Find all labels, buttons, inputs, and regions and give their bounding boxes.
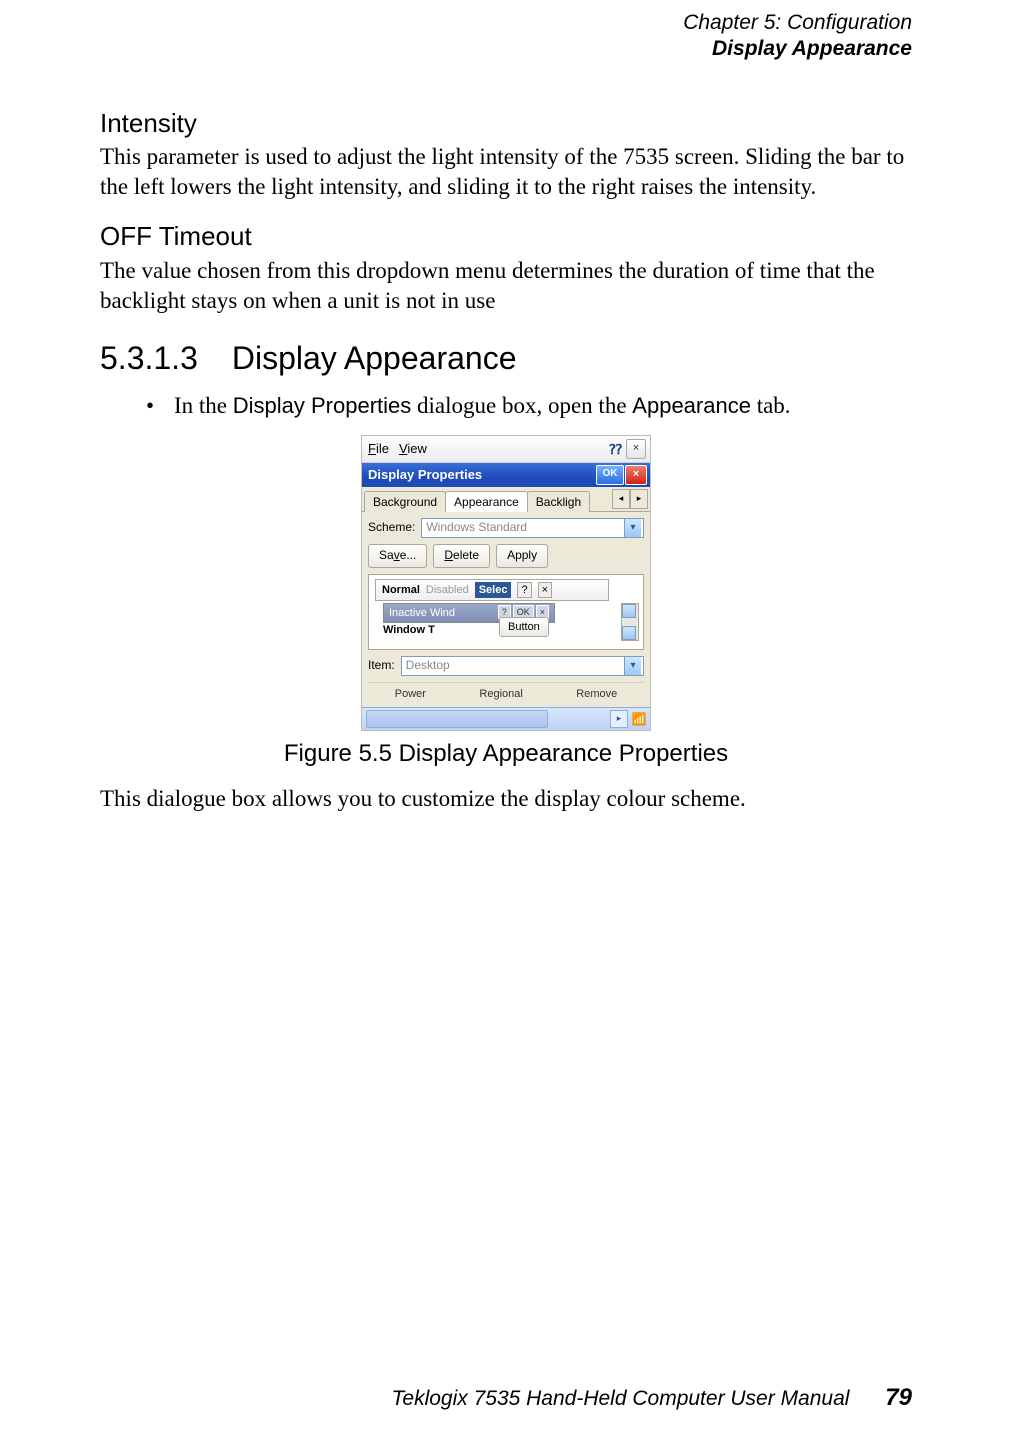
regional-icon-label[interactable]: Regional — [479, 687, 522, 701]
preview-close-icon: × — [538, 582, 552, 598]
bullet-open-appearance: •In the Display Properties dialogue box,… — [146, 391, 912, 421]
section-number: 5.3.1.3 — [100, 338, 198, 380]
scheme-preview: Normal Disabled Selec ? × Inactive Wind … — [368, 574, 644, 650]
save-button[interactable]: Save... — [368, 544, 427, 568]
item-label: Item: — [368, 658, 395, 674]
item-dropdown[interactable]: Desktop — [401, 656, 644, 676]
figure-caption: Figure 5.5 Display Appearance Properties — [100, 738, 912, 769]
scheme-label: Scheme: — [368, 520, 415, 536]
preview-button: Button — [499, 617, 549, 637]
menu-file[interactable]: File — [368, 441, 389, 458]
taskbar-active-task[interactable] — [366, 710, 548, 728]
page-header: Chapter 5: Configuration Display Appeara… — [100, 10, 912, 63]
intensity-heading: Intensity — [100, 107, 912, 141]
window-close-icon[interactable]: × — [626, 439, 646, 459]
control-panel-icons: Power Regional Remove — [368, 682, 644, 701]
preview-help-icon: ? — [517, 582, 531, 598]
power-icon-label[interactable]: Power — [395, 687, 426, 701]
intensity-text: This parameter is used to adjust the lig… — [100, 142, 912, 202]
dialog-title: Display Properties — [368, 467, 482, 484]
preview-window-text: Window T — [383, 623, 435, 637]
appearance-ref: Appearance — [632, 393, 751, 418]
menu-view[interactable]: View — [399, 441, 427, 458]
delete-button[interactable]: Delete — [433, 544, 490, 568]
display-properties-ref: Display Properties — [233, 393, 412, 418]
off-timeout-text: The value chosen from this dropdown menu… — [100, 256, 912, 316]
off-timeout-heading: OFF Timeout — [100, 220, 912, 254]
closing-paragraph: This dialogue box allows you to customiz… — [100, 784, 912, 814]
figure-5-5: File View ⁇ × Display Properties OK × Ba… — [100, 435, 912, 736]
dialog-tabs: Background Appearance Backligh ◂ ▸ — [362, 487, 650, 512]
footer-manual-title: Teklogix 7535 Hand-Held Computer User Ma… — [391, 1387, 849, 1410]
dialog-close-button[interactable]: × — [625, 465, 647, 485]
tab-backlight[interactable]: Backligh — [527, 491, 590, 513]
bullet-dot: • — [146, 391, 174, 421]
dialog-titlebar: Display Properties OK × — [362, 463, 650, 487]
tab-background[interactable]: Background — [364, 491, 446, 513]
preview-scrollbar — [621, 603, 639, 641]
section-5313-heading: 5.3.1.3 Display Appearance — [100, 338, 912, 380]
footer-page-number: 79 — [885, 1384, 912, 1411]
taskbar-scroll-icon[interactable]: ▸ — [610, 710, 628, 728]
remove-icon-label[interactable]: Remove — [576, 687, 617, 701]
section-title: Display Appearance — [232, 340, 517, 376]
taskbar: ▸ 📶 — [362, 707, 650, 730]
apply-button[interactable]: Apply — [496, 544, 548, 568]
tray-network-icon[interactable]: 📶 — [630, 711, 648, 727]
header-section: Display Appearance — [100, 36, 912, 62]
dialog-ok-button[interactable]: OK — [596, 465, 624, 485]
tabs-scroll-left-icon[interactable]: ◂ — [612, 489, 630, 509]
appearance-panel: Scheme: Windows Standard Save... Delete … — [362, 512, 650, 707]
display-properties-screenshot: File View ⁇ × Display Properties OK × Ba… — [361, 435, 651, 731]
tab-appearance[interactable]: Appearance — [445, 491, 528, 513]
page-footer: Teklogix 7535 Hand-Held Computer User Ma… — [391, 1382, 912, 1413]
menubar: File View ⁇ × — [362, 436, 650, 463]
tabs-scroll-right-icon[interactable]: ▸ — [630, 489, 648, 509]
preview-normal-bar: Normal Disabled Selec ? × — [375, 579, 609, 601]
help-icon[interactable]: ⁇ — [609, 440, 622, 458]
scheme-dropdown[interactable]: Windows Standard — [421, 518, 644, 538]
header-chapter: Chapter 5: Configuration — [100, 10, 912, 36]
